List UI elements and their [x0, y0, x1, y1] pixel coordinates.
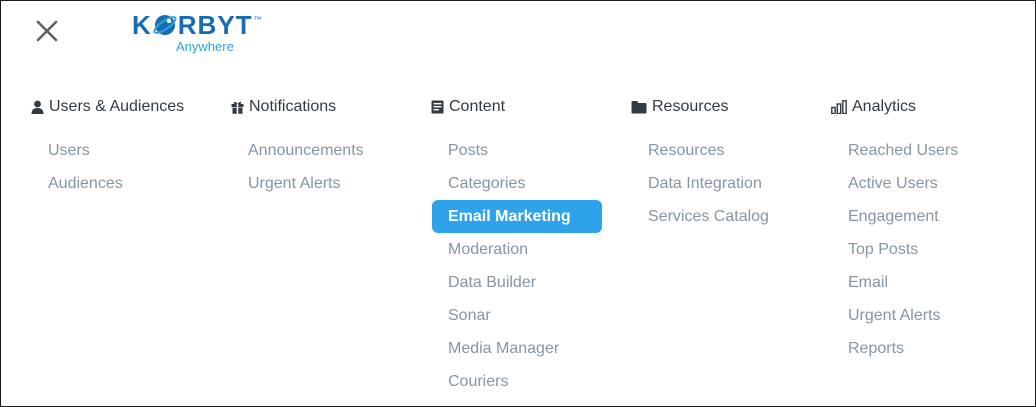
logo-trademark: ™	[253, 15, 263, 24]
menu-item-email-marketing[interactable]: Email Marketing	[432, 200, 602, 233]
gift-icon	[231, 101, 244, 114]
logo-subtitle: Anywhere	[176, 39, 234, 54]
heading-label: Resources	[652, 98, 729, 115]
korbyt-logo[interactable]: K RBYT ™ Anywhere	[132, 10, 262, 56]
menu-column-analytics: Analytics Reached Users Active Users Eng…	[831, 96, 1002, 365]
menu-item-urgent-alerts[interactable]: Urgent Alerts	[232, 167, 402, 200]
heading-label: Notifications	[249, 98, 337, 115]
menu-item-email[interactable]: Email	[832, 266, 1002, 299]
menu-column-users-audiences: Users & Audiences Users Audiences	[31, 96, 202, 200]
heading-label: Content	[449, 98, 506, 115]
menu-item-users[interactable]: Users	[32, 134, 202, 167]
logo-orb-icon	[153, 15, 177, 35]
heading-label: Users & Audiences	[49, 98, 185, 115]
menu-item-data-builder[interactable]: Data Builder	[432, 266, 602, 299]
heading-label: Analytics	[852, 98, 917, 115]
menu-heading-users-audiences: Users & Audiences	[31, 96, 202, 118]
menu-column-resources: Resources Resources Data Integration Ser…	[631, 96, 802, 233]
menu-item-sonar[interactable]: Sonar	[432, 299, 602, 332]
document-icon	[431, 100, 444, 114]
menu-column-content: Content Posts Categories Email Marketing…	[431, 96, 602, 398]
menu-item-audiences[interactable]: Audiences	[32, 167, 202, 200]
menu-item-announcements[interactable]: Announcements	[232, 134, 402, 167]
logo-letters-rbyt: RBYT	[177, 9, 253, 40]
folder-icon	[631, 101, 647, 114]
menu-item-resources[interactable]: Resources	[632, 134, 802, 167]
menu-heading-analytics: Analytics	[831, 96, 1002, 118]
menu-item-active-users[interactable]: Active Users	[832, 167, 1002, 200]
menu-heading-resources: Resources	[631, 96, 802, 118]
menu-item-urgent-alerts[interactable]: Urgent Alerts	[832, 299, 1002, 332]
menu-item-engagement[interactable]: Engagement	[832, 200, 1002, 233]
logo-letter-k: K	[132, 9, 152, 40]
menu-column-notifications: Notifications Announcements Urgent Alert…	[231, 96, 402, 200]
menu-item-services-catalog[interactable]: Services Catalog	[632, 200, 802, 233]
menu-item-reached-users[interactable]: Reached Users	[832, 134, 1002, 167]
bar-chart-icon	[831, 100, 847, 114]
menu-item-moderation[interactable]: Moderation	[432, 233, 602, 266]
logo-wordmark: K RBYT ™	[132, 10, 263, 40]
menu-item-reports[interactable]: Reports	[832, 332, 1002, 365]
user-icon	[31, 100, 44, 114]
menu-item-couriers[interactable]: Couriers	[432, 365, 602, 398]
menu-item-posts[interactable]: Posts	[432, 134, 602, 167]
menu-item-categories[interactable]: Categories	[432, 167, 602, 200]
menu-item-media-manager[interactable]: Media Manager	[432, 332, 602, 365]
menu-heading-content: Content	[431, 96, 602, 118]
menu-item-data-integration[interactable]: Data Integration	[632, 167, 802, 200]
menu-heading-notifications: Notifications	[231, 96, 402, 118]
menu-item-top-posts[interactable]: Top Posts	[832, 233, 1002, 266]
close-icon[interactable]	[34, 18, 60, 44]
navigation-menu-panel: K RBYT ™ Anywhere Users & Audiences User…	[0, 0, 1036, 407]
